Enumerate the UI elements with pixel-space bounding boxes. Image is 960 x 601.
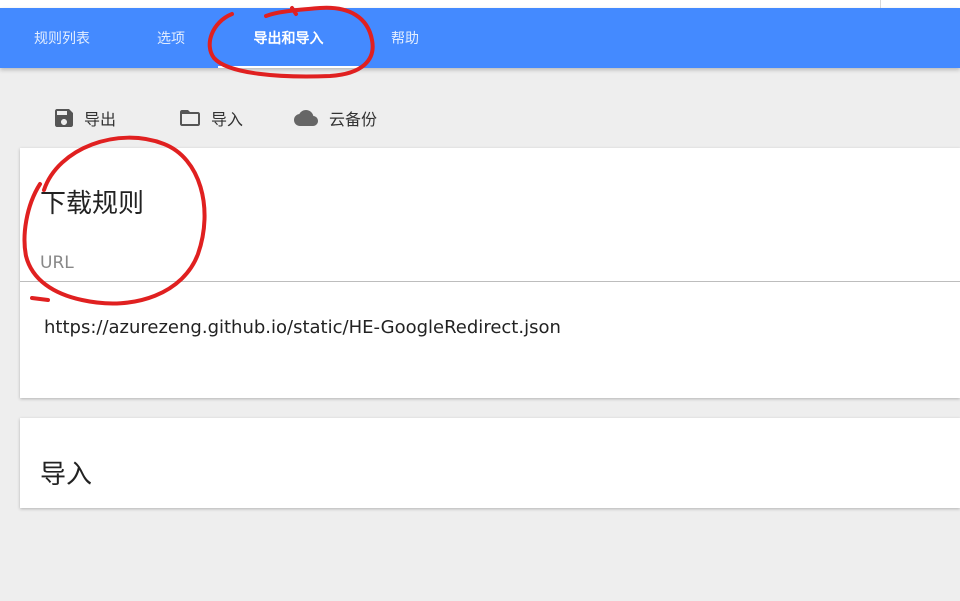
- tab-rule-list[interactable]: 规则列表: [0, 8, 124, 68]
- download-rules-card: 下载规则 URL: [20, 148, 960, 398]
- import-card: 导入: [20, 418, 960, 508]
- import-button-label: 导入: [211, 110, 244, 129]
- tab-export-import[interactable]: 导出和导入: [218, 8, 359, 68]
- cloud-icon: [294, 110, 318, 126]
- url-input[interactable]: [44, 313, 944, 341]
- export-button[interactable]: 导出: [52, 98, 116, 138]
- folder-icon: [180, 110, 200, 126]
- cloud-backup-label: 云备份: [329, 110, 378, 129]
- tab-bar: 规则列表 选项 导出和导入 帮助: [0, 8, 960, 68]
- import-button[interactable]: 导入: [177, 98, 243, 138]
- tab-options[interactable]: 选项: [124, 8, 218, 68]
- window-top-strip: [0, 0, 960, 8]
- export-button-label: 导出: [84, 110, 117, 129]
- import-card-title: 导入: [40, 460, 93, 490]
- url-field-label: URL: [40, 253, 74, 273]
- download-rules-title: 下载规则: [40, 189, 145, 219]
- top-strip-divider: [880, 0, 881, 8]
- tab-help[interactable]: 帮助: [359, 8, 451, 68]
- url-field-underline: [20, 281, 960, 282]
- cloud-backup-button[interactable]: 云备份: [291, 98, 377, 138]
- save-icon: [55, 109, 73, 127]
